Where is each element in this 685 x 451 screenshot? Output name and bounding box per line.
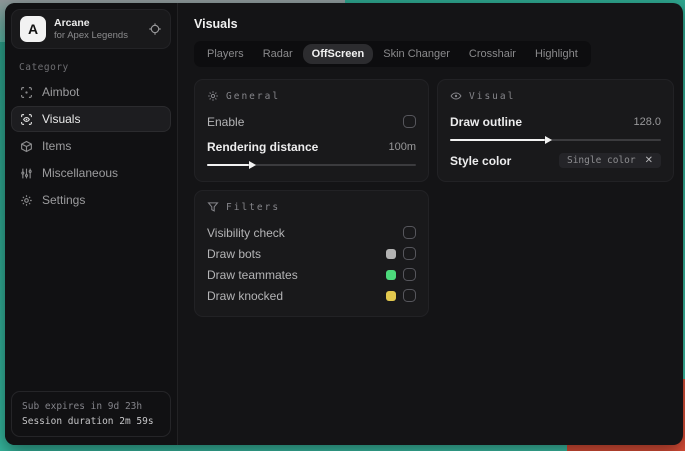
style-color-select[interactable]: Single color ✕ (558, 153, 661, 168)
app-titles: Arcane for Apex Legends (54, 17, 140, 42)
rendering-distance-label: Rendering distance (207, 139, 319, 154)
clear-icon[interactable]: ✕ (645, 155, 653, 166)
gear-icon (20, 194, 33, 207)
visual-panel-header: Visual (450, 90, 661, 102)
general-panel: General Enable Rendering distance 100m (194, 79, 429, 182)
sliders-icon (20, 167, 33, 180)
rendering-distance-slider[interactable] (207, 161, 416, 169)
tab-highlight[interactable]: Highlight (526, 44, 587, 64)
general-gear-icon (207, 90, 219, 102)
crosshair-target-icon[interactable] (148, 22, 162, 36)
scan-eye-icon (20, 113, 33, 126)
general-panel-header: General (207, 90, 416, 102)
draw-outline-row: Draw outline 128.0 (450, 111, 661, 132)
tab-strip: Players Radar OffScreen Skin Changer Cro… (194, 41, 591, 67)
enable-label: Enable (207, 114, 245, 129)
draw-teammates-color-swatch[interactable] (386, 269, 396, 280)
main-content: Visuals Players Radar OffScreen Skin Cha… (178, 3, 683, 445)
draw-outline-label: Draw outline (450, 114, 523, 129)
visual-panel: Visual Draw outline 128.0 Style color Si… (437, 79, 674, 182)
general-panel-title: General (226, 90, 281, 102)
eye-icon (450, 90, 462, 102)
enable-row: Enable (207, 111, 416, 132)
filter-row-draw-bots: Draw bots (207, 243, 416, 264)
filter-row-draw-knocked: Draw knocked (207, 285, 416, 306)
filter-label: Visibility check (207, 225, 285, 240)
tab-crosshair[interactable]: Crosshair (460, 44, 525, 64)
sidebar-item-aimbot[interactable]: Aimbot (11, 79, 171, 105)
sidebar-item-label: Aimbot (42, 85, 80, 99)
visibility-check-checkbox[interactable] (403, 226, 416, 239)
sidebar-item-visuals[interactable]: Visuals (11, 106, 171, 132)
filter-row-draw-teammates: Draw teammates (207, 264, 416, 285)
sidebar-item-label: Settings (42, 193, 86, 207)
funnel-icon (207, 201, 219, 213)
filter-label: Draw knocked (207, 288, 284, 303)
draw-knocked-color-swatch[interactable] (386, 290, 396, 301)
style-color-value: Single color (566, 155, 636, 166)
draw-knocked-checkbox[interactable] (403, 289, 416, 302)
draw-outline-slider[interactable] (450, 136, 661, 144)
filters-panel-title: Filters (226, 201, 281, 213)
sidebar: A Arcane for Apex Legends Category Aimbo (5, 3, 178, 445)
app-subtitle: for Apex Legends (54, 29, 128, 41)
filter-label: Draw teammates (207, 267, 298, 282)
slider-fill (450, 136, 552, 144)
app-window: A Arcane for Apex Legends Category Aimbo (5, 3, 683, 445)
sidebar-item-label: Miscellaneous (42, 166, 119, 180)
app-name: Arcane (54, 16, 90, 29)
filters-panel-header: Filters (207, 201, 416, 213)
style-color-label: Style color (450, 153, 512, 168)
draw-bots-color-swatch[interactable] (386, 248, 396, 259)
sidebar-item-label: Items (42, 139, 72, 153)
page-title: Visuals (194, 17, 238, 31)
rendering-distance-row: Rendering distance 100m (207, 136, 416, 157)
sidebar-item-items[interactable]: Items (11, 133, 171, 159)
category-label: Category (19, 62, 69, 73)
rendering-distance-value: 100m (388, 140, 416, 153)
subscription-info-card: Sub expires in 9d 23h Session duration 2… (11, 390, 171, 437)
tab-skin-changer[interactable]: Skin Changer (374, 44, 459, 64)
filter-label: Draw bots (207, 246, 262, 261)
sub-expires-text: Sub expires in 9d 23h (22, 400, 143, 412)
draw-outline-value: 128.0 (633, 115, 661, 128)
sidebar-item-miscellaneous[interactable]: Miscellaneous (11, 160, 171, 186)
session-duration-text: Session duration 2m 59s (22, 415, 154, 427)
visual-panel-title: Visual (469, 90, 516, 102)
panels-area: General Enable Rendering distance 100m F… (194, 79, 674, 317)
tab-players[interactable]: Players (198, 44, 253, 64)
app-header-card: A Arcane for Apex Legends (11, 9, 171, 49)
slider-fill (207, 161, 256, 169)
filters-panel: Filters Visibility check Draw bots Draw … (194, 190, 429, 317)
tab-offscreen[interactable]: OffScreen (302, 44, 374, 64)
app-logo: A (20, 16, 46, 42)
draw-teammates-checkbox[interactable] (403, 268, 416, 281)
aimbot-crosshair-icon (20, 86, 33, 99)
filter-row-visibility-check: Visibility check (207, 222, 416, 243)
style-color-row: Style color Single color ✕ (450, 150, 661, 171)
sidebar-item-label: Visuals (42, 112, 81, 126)
sidebar-item-settings[interactable]: Settings (11, 187, 171, 213)
enable-checkbox[interactable] (403, 115, 416, 128)
package-icon (20, 140, 33, 153)
draw-bots-checkbox[interactable] (403, 247, 416, 260)
tab-radar[interactable]: Radar (254, 44, 302, 64)
